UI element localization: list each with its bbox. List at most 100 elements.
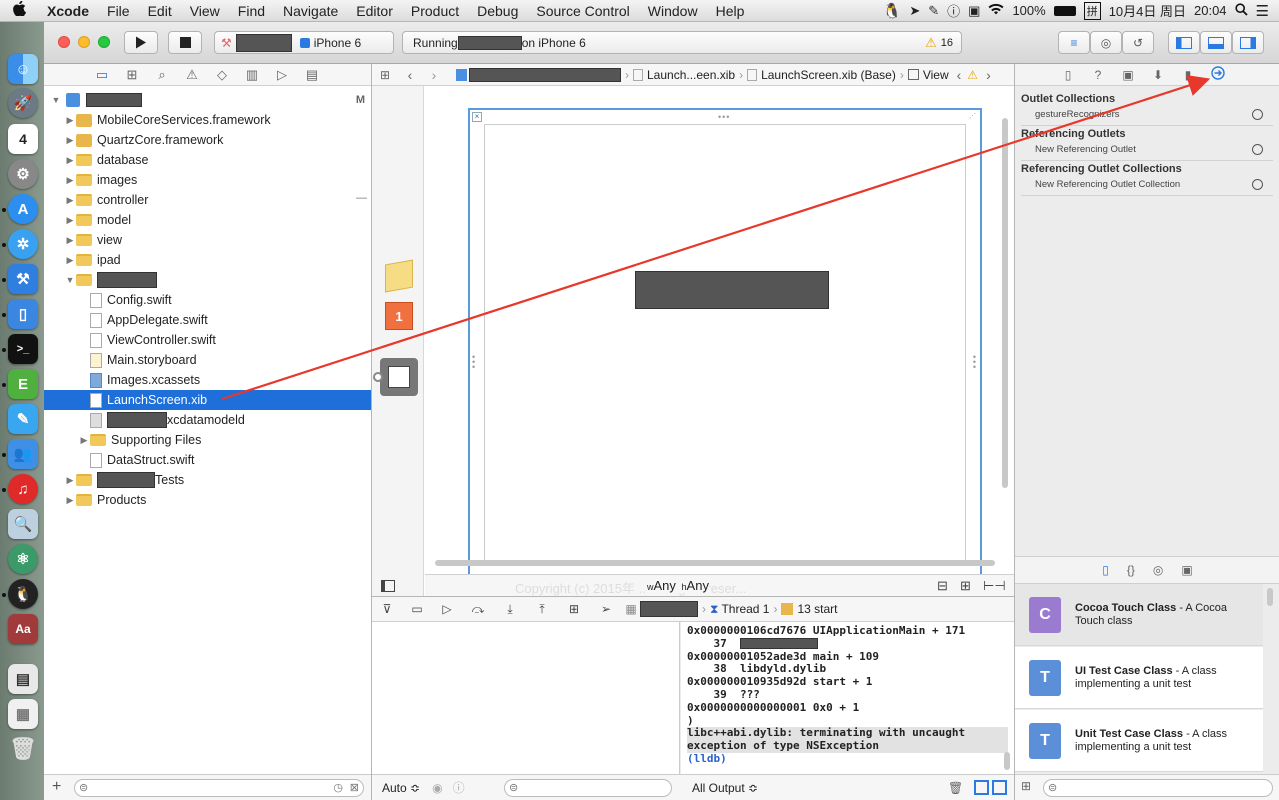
stack-views-icon[interactable]: ⊟ <box>937 578 948 594</box>
disclosure-closed-icon[interactable]: ▶ <box>64 115 76 126</box>
scm-filter-icon[interactable]: ⊠ <box>350 781 359 794</box>
symbol-navigator-tab-icon[interactable]: ⊞ <box>124 67 140 83</box>
file-inspector-tab-icon[interactable]: ▯ <box>1060 68 1076 82</box>
step-over-icon[interactable]: ⤼ <box>462 602 494 617</box>
report-navigator-tab-icon[interactable]: ▤ <box>304 67 320 83</box>
zoom-window-button[interactable] <box>98 36 110 48</box>
file-tree-row[interactable]: ▶ MobileCoreServices.framework <box>44 110 371 130</box>
pin-icon[interactable]: ⊢⊣ <box>983 578 1006 594</box>
connections-inspector-tab-icon[interactable] <box>1210 66 1226 83</box>
console-scrollbar[interactable] <box>1004 752 1010 770</box>
breakpoint-navigator-tab-icon[interactable]: ▷ <box>274 67 290 83</box>
variables-scope-selector[interactable]: Auto ≎ <box>382 781 420 795</box>
frame-selector[interactable]: 13 start <box>797 602 837 616</box>
menu-xcode[interactable]: Xcode <box>38 3 98 19</box>
simulator-icon[interactable]: ▯ <box>8 299 38 329</box>
location-simulate-icon[interactable]: ➢ <box>590 602 622 616</box>
file-tree-row[interactable]: Config.swift <box>44 290 371 310</box>
disclosure-closed-icon[interactable]: ▶ <box>64 195 76 206</box>
navigator-filter-field[interactable]: ⊜ ◷ ⊠ <box>74 779 364 797</box>
file-tree-row[interactable]: ▶ Supporting Files <box>44 430 371 450</box>
warning-indicator[interactable]: ⚠ 16 <box>925 35 953 51</box>
jumpbar-project-redacted[interactable] <box>469 67 621 82</box>
project-root-row[interactable]: ▼ M <box>44 90 371 110</box>
add-file-button[interactable]: + <box>52 778 61 796</box>
jumpbar-warning-icon[interactable]: ⚠ <box>967 68 978 82</box>
trash-icon[interactable]: 🗑 <box>8 734 38 764</box>
file-tree-row[interactable]: DataStruct.swift <box>44 450 371 470</box>
object-library-icon[interactable]: ◎ <box>1153 563 1163 577</box>
show-console-toggle[interactable] <box>992 780 1007 795</box>
recent-files-filter-icon[interactable]: ◷ <box>333 781 343 794</box>
menu-find[interactable]: Find <box>229 3 274 19</box>
assistant-editor-button[interactable]: ◎ <box>1090 31 1122 54</box>
input-method-icon[interactable]: 拼 <box>1083 1 1101 20</box>
connection-well-icon[interactable] <box>1252 144 1263 155</box>
title-label-redacted[interactable] <box>635 271 829 309</box>
menu-file[interactable]: File <box>98 3 139 19</box>
top-resize-handle[interactable]: ••• <box>718 112 730 122</box>
root-view[interactable] <box>484 124 966 564</box>
calendar-icon[interactable]: 4 <box>8 124 38 154</box>
selected-view-frame[interactable]: × ••• ⋰ • • • • • • <box>468 108 982 578</box>
notification-center-icon[interactable]: ☰ <box>1256 2 1269 20</box>
disclosure-open-icon[interactable]: ▼ <box>64 275 76 285</box>
menu-debug[interactable]: Debug <box>468 3 527 19</box>
disclosure-closed-icon[interactable]: ▶ <box>64 175 76 186</box>
file-tree-row[interactable]: xcdatamodeld <box>44 410 371 430</box>
hide-debug-area-icon[interactable]: ⊽ <box>372 602 402 616</box>
identity-inspector-tab-icon[interactable]: ▣ <box>1120 68 1136 82</box>
menu-help[interactable]: Help <box>707 3 754 19</box>
first-responder-icon[interactable]: 1 <box>385 302 413 330</box>
attributes-inspector-tab-icon[interactable]: ⬇ <box>1150 68 1166 82</box>
corner-resize-handle[interactable]: ⋰ <box>969 112 976 120</box>
library-filter-field[interactable]: ⊜ <box>1043 779 1273 797</box>
console-output[interactable]: 0x0000000106cd7676 UIApplicationMain + 1… <box>681 622 1014 774</box>
breakpoints-toggle-icon[interactable]: ▭ <box>402 602 432 616</box>
files-owner-icon[interactable] <box>385 259 413 293</box>
test-navigator-tab-icon[interactable]: ◇ <box>214 67 230 83</box>
toggle-navigator-button[interactable] <box>1168 31 1200 54</box>
connection-row[interactable]: New Referencing Outlet <box>1035 144 1263 155</box>
disclosure-closed-icon[interactable]: ▶ <box>64 475 76 486</box>
forward-button[interactable]: › <box>422 67 446 83</box>
clear-console-icon[interactable]: 🗑 <box>948 781 963 795</box>
menu-view[interactable]: View <box>181 3 229 19</box>
finder-icon[interactable]: ☺ <box>8 54 38 84</box>
disclosure-closed-icon[interactable]: ▶ <box>64 495 76 506</box>
contacts-icon[interactable]: 👥 <box>8 439 38 469</box>
step-out-icon[interactable]: ⤒ <box>526 602 558 617</box>
menu-window[interactable]: Window <box>639 3 707 19</box>
connection-well-icon[interactable] <box>1252 179 1263 190</box>
view-object-dock-icon[interactable] <box>380 358 418 396</box>
print-description-icon[interactable]: ⓘ <box>453 779 465 796</box>
file-template-library-icon[interactable]: ▯ <box>1102 563 1109 577</box>
file-tree-row[interactable]: ▶ database <box>44 150 371 170</box>
toggle-utilities-button[interactable] <box>1232 31 1264 54</box>
quick-look-icon[interactable]: ◉ <box>432 781 442 795</box>
file-tree-row[interactable]: ▶ images <box>44 170 371 190</box>
ib-canvas[interactable]: × ••• ⋰ • • • • • • <box>425 86 1014 596</box>
variables-filter-field[interactable]: ⊜ <box>504 779 672 797</box>
size-class-control[interactable]: wAny hAny <box>647 578 709 593</box>
disclosure-closed-icon[interactable]: ▶ <box>78 435 90 446</box>
left-resize-handle[interactable]: • • • <box>472 353 475 372</box>
netease-music-icon[interactable]: ♫ <box>8 474 38 504</box>
jumpbar-view[interactable]: View <box>923 68 949 82</box>
process-name-redacted[interactable] <box>640 601 698 617</box>
dictionary-icon[interactable]: Aa <box>8 614 38 644</box>
system-preferences-icon[interactable]: ⚙ <box>8 159 38 189</box>
menu-editor[interactable]: Editor <box>347 3 402 19</box>
file-tree-row[interactable]: ▶ controller <box>44 190 371 210</box>
minimize-window-button[interactable] <box>78 36 90 48</box>
thread-selector[interactable]: Thread 1 <box>721 602 769 616</box>
file-tree-row[interactable]: LaunchScreen.xib <box>44 390 371 410</box>
apple-menu-icon[interactable] <box>0 0 38 21</box>
disclosure-closed-icon[interactable]: ▶ <box>64 135 76 146</box>
file-tree-row[interactable]: Main.storyboard <box>44 350 371 370</box>
preview-icon[interactable]: 🔍 <box>8 509 38 539</box>
back-button[interactable]: ‹ <box>398 67 422 83</box>
library-scrollbar[interactable] <box>1267 588 1273 606</box>
canvas-horizontal-scrollbar[interactable] <box>435 560 995 566</box>
qq-icon[interactable]: 🐧 <box>8 579 38 609</box>
